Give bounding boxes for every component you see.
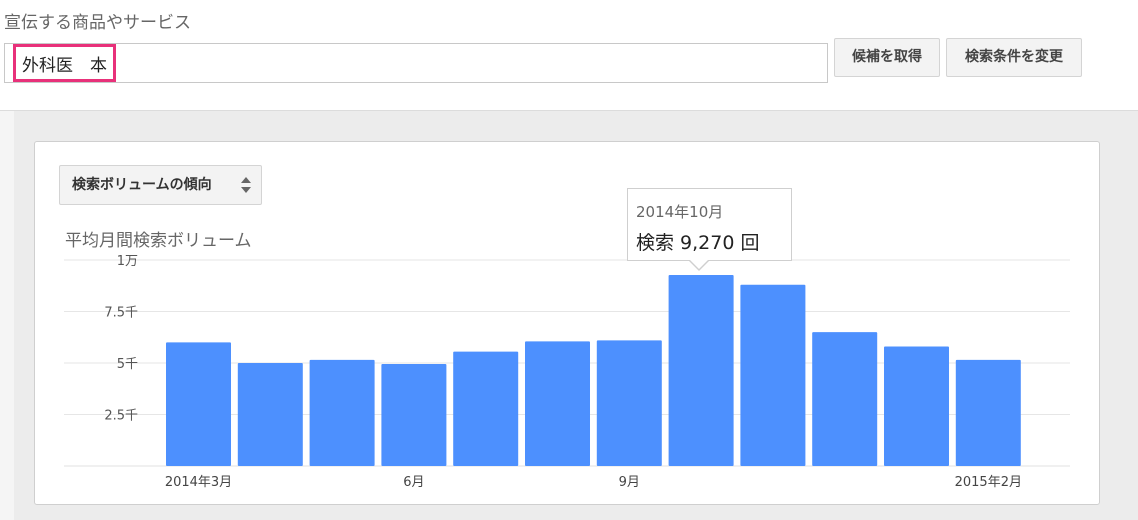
bar: [812, 332, 878, 466]
bar: [668, 275, 734, 466]
bar: [596, 340, 662, 466]
y-tick-label: 5千: [117, 357, 138, 372]
tooltip-value: 検索 9,270 回: [636, 232, 760, 254]
x-tick-label: 9月: [619, 475, 640, 490]
bar: [525, 341, 590, 466]
bar: [381, 364, 447, 466]
bar: [166, 342, 231, 466]
tooltip-tail-inner: [690, 260, 708, 269]
bar: [740, 284, 806, 466]
x-tick-label: 2015年2月: [955, 475, 1022, 490]
y-tick-label: 7.5千: [104, 306, 138, 321]
y-tick-label: 1万: [117, 254, 138, 269]
bar: [237, 363, 303, 466]
bar: [955, 359, 1021, 466]
x-tick-label: 6月: [403, 475, 424, 490]
bar: [309, 359, 375, 466]
chart-tooltip: 2014年10月 検索 9,270 回: [627, 188, 792, 261]
bar: [884, 346, 949, 466]
y-tick-label: 2.5千: [104, 409, 138, 424]
x-tick-label: 2014年3月: [165, 475, 232, 490]
volume-bar-chart: 2.5千 5千 7.5千 1万 2014年3月 6月 9月 2015年2月: [64, 254, 1070, 490]
bar: [453, 351, 519, 466]
tooltip-date: 2014年10月: [636, 203, 724, 221]
